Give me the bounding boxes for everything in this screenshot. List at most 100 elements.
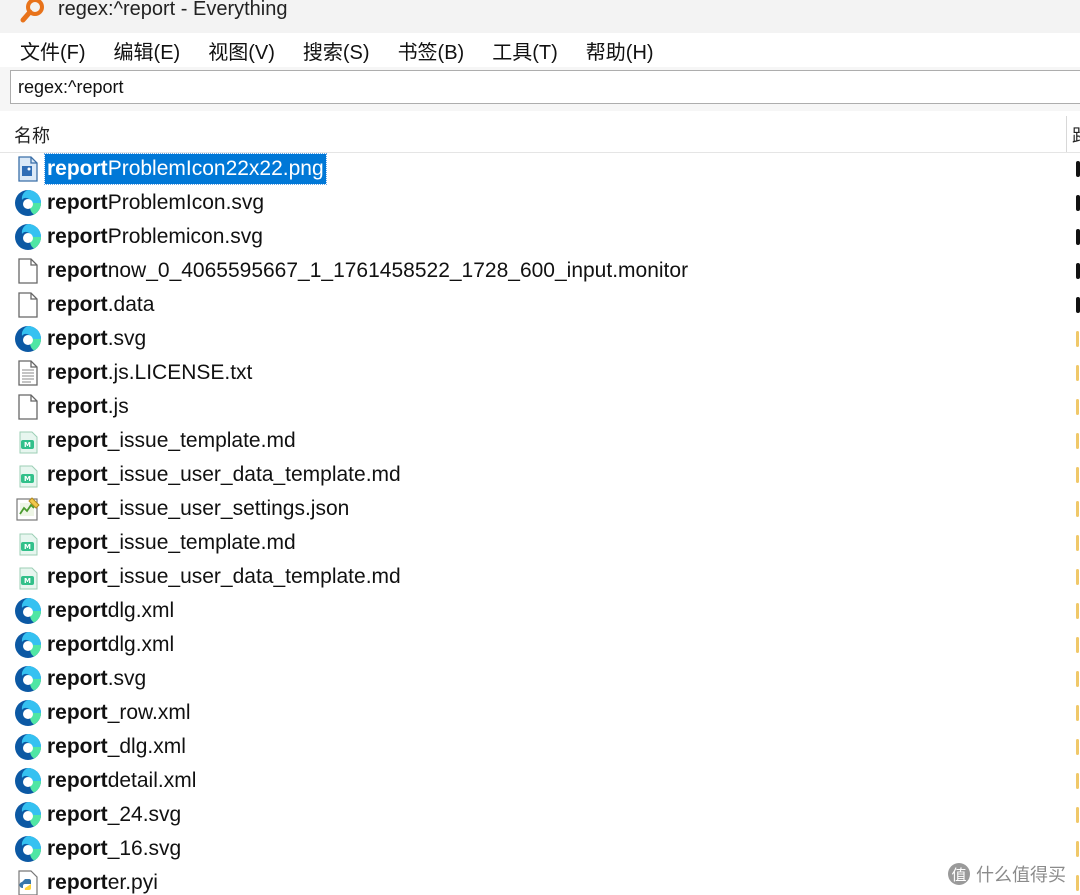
file-name[interactable]: report_issue_template.md	[45, 426, 298, 456]
file-name-rest: now_0_4065595667_1_1761458522_1728_600_i…	[107, 259, 689, 282]
column-name-header[interactable]: 名称	[14, 122, 50, 148]
path-column-glyph	[1076, 637, 1079, 653]
menu-bookmarks[interactable]: 书签(B)	[386, 36, 477, 65]
file-row[interactable]: Mreport_issue_template.md	[0, 424, 1080, 458]
file-row[interactable]: report_16.svg	[0, 832, 1080, 866]
file-name[interactable]: report.svg	[45, 664, 148, 694]
menu-view[interactable]: 视图(V)	[196, 36, 287, 65]
file-name[interactable]: reportProblemicon.svg	[45, 222, 265, 252]
path-column-glyph	[1076, 773, 1079, 789]
path-column-glyph	[1076, 875, 1079, 891]
file-name-rest: .js	[107, 395, 129, 418]
file-name[interactable]: report.js.LICENSE.txt	[45, 358, 254, 388]
file-name-rest: _issue_user_data_template.md	[107, 463, 401, 486]
file-name-rest: .js.LICENSE.txt	[107, 361, 253, 384]
path-column-glyph	[1076, 705, 1079, 721]
path-column-glyph	[1076, 501, 1079, 517]
file-name-rest: ProblemIcon22x22.png	[107, 157, 324, 180]
file-name-match: report	[47, 361, 108, 384]
file-name[interactable]: report.js	[45, 392, 131, 422]
menu-tools[interactable]: 工具(T)	[480, 36, 570, 65]
menu-edit[interactable]: 编辑(E)	[102, 36, 193, 65]
file-name-match: report	[47, 157, 108, 180]
file-name-match: report	[47, 871, 108, 894]
file-name[interactable]: report_issue_user_data_template.md	[45, 562, 403, 592]
file-row[interactable]: reporter.pyi	[0, 866, 1080, 895]
file-row[interactable]: report.svg	[0, 662, 1080, 696]
column-divider[interactable]	[1066, 116, 1067, 152]
file-name-rest: dlg.xml	[107, 633, 175, 656]
menu-file[interactable]: 文件(F)	[8, 36, 98, 65]
file-name[interactable]: report.data	[45, 290, 156, 320]
markdown-file-icon: M	[14, 427, 42, 455]
file-row[interactable]: Mreport_issue_user_data_template.md	[0, 560, 1080, 594]
file-row[interactable]: report.svg	[0, 322, 1080, 356]
blank-file-icon	[14, 291, 42, 319]
file-name[interactable]: reportProblemIcon22x22.png	[44, 153, 327, 185]
file-name[interactable]: report_16.svg	[45, 834, 183, 864]
path-column-glyph	[1076, 161, 1080, 177]
menu-bar: 文件(F) 编辑(E) 视图(V) 搜索(S) 书签(B) 工具(T) 帮助(H…	[0, 33, 1080, 67]
file-row[interactable]: report.js	[0, 390, 1080, 424]
blank-file-icon	[14, 393, 42, 421]
title-bar: regex:^report - Everything	[0, 0, 1080, 34]
file-row[interactable]: Mreport_issue_template.md	[0, 526, 1080, 560]
file-row[interactable]: reportProblemicon.svg	[0, 220, 1080, 254]
menu-help[interactable]: 帮助(H)	[574, 36, 666, 65]
file-row[interactable]: report_dlg.xml	[0, 730, 1080, 764]
file-row[interactable]: report_row.xml	[0, 696, 1080, 730]
file-name[interactable]: reportdetail.xml	[45, 766, 198, 796]
search-input[interactable]	[10, 70, 1080, 104]
edge-icon	[14, 597, 42, 625]
file-name-match: report	[47, 293, 108, 316]
edge-icon	[14, 325, 42, 353]
file-name-rest: _24.svg	[107, 803, 182, 826]
path-column-glyph	[1076, 263, 1080, 279]
file-name[interactable]: reportdlg.xml	[45, 630, 176, 660]
path-column-glyph	[1076, 603, 1079, 619]
file-name[interactable]: reportnow_0_4065595667_1_1761458522_1728…	[45, 256, 690, 286]
file-name[interactable]: report_row.xml	[45, 698, 193, 728]
file-row[interactable]: reportProblemIcon22x22.png	[0, 152, 1080, 186]
file-row[interactable]: report.data	[0, 288, 1080, 322]
path-column-glyph	[1076, 535, 1079, 551]
file-name[interactable]: report_issue_user_settings.json	[45, 494, 351, 524]
file-row[interactable]: reportdetail.xml	[0, 764, 1080, 798]
file-row[interactable]: reportProblemIcon.svg	[0, 186, 1080, 220]
file-row[interactable]: report_24.svg	[0, 798, 1080, 832]
file-name-match: report	[47, 395, 108, 418]
column-path-header[interactable]: 路	[1072, 122, 1080, 148]
file-name[interactable]: report_24.svg	[45, 800, 183, 830]
file-name-match: report	[47, 565, 108, 588]
edge-icon	[14, 189, 42, 217]
search-bar	[0, 67, 1080, 111]
python-file-icon	[14, 869, 42, 895]
file-name[interactable]: reporter.pyi	[45, 868, 160, 895]
file-row[interactable]: reportdlg.xml	[0, 594, 1080, 628]
file-row[interactable]: Mreport_issue_user_data_template.md	[0, 458, 1080, 492]
file-row[interactable]: reportnow_0_4065595667_1_1761458522_1728…	[0, 254, 1080, 288]
file-name-rest: _row.xml	[107, 701, 191, 724]
json-file-icon	[14, 495, 42, 523]
file-name[interactable]: report_issue_template.md	[45, 528, 298, 558]
file-name[interactable]: reportProblemIcon.svg	[45, 188, 266, 218]
file-name[interactable]: report_dlg.xml	[45, 732, 188, 762]
path-column-glyph	[1076, 841, 1079, 857]
file-name-match: report	[47, 803, 108, 826]
file-name-match: report	[47, 259, 108, 282]
menu-search[interactable]: 搜索(S)	[291, 36, 382, 65]
path-column-glyph	[1076, 569, 1079, 585]
file-name-rest: .svg	[107, 667, 147, 690]
file-list[interactable]: reportProblemIcon22x22.png reportProblemI…	[0, 152, 1080, 895]
file-row[interactable]: report_issue_user_settings.json	[0, 492, 1080, 526]
file-name[interactable]: report_issue_user_data_template.md	[45, 460, 403, 490]
file-row[interactable]: reportdlg.xml	[0, 628, 1080, 662]
file-row[interactable]: report.js.LICENSE.txt	[0, 356, 1080, 390]
file-name[interactable]: reportdlg.xml	[45, 596, 176, 626]
edge-icon	[14, 665, 42, 693]
file-name-rest: detail.xml	[107, 769, 197, 792]
file-name-match: report	[47, 191, 108, 214]
svg-text:M: M	[24, 543, 31, 551]
text-file-icon	[14, 359, 42, 387]
file-name[interactable]: report.svg	[45, 324, 148, 354]
